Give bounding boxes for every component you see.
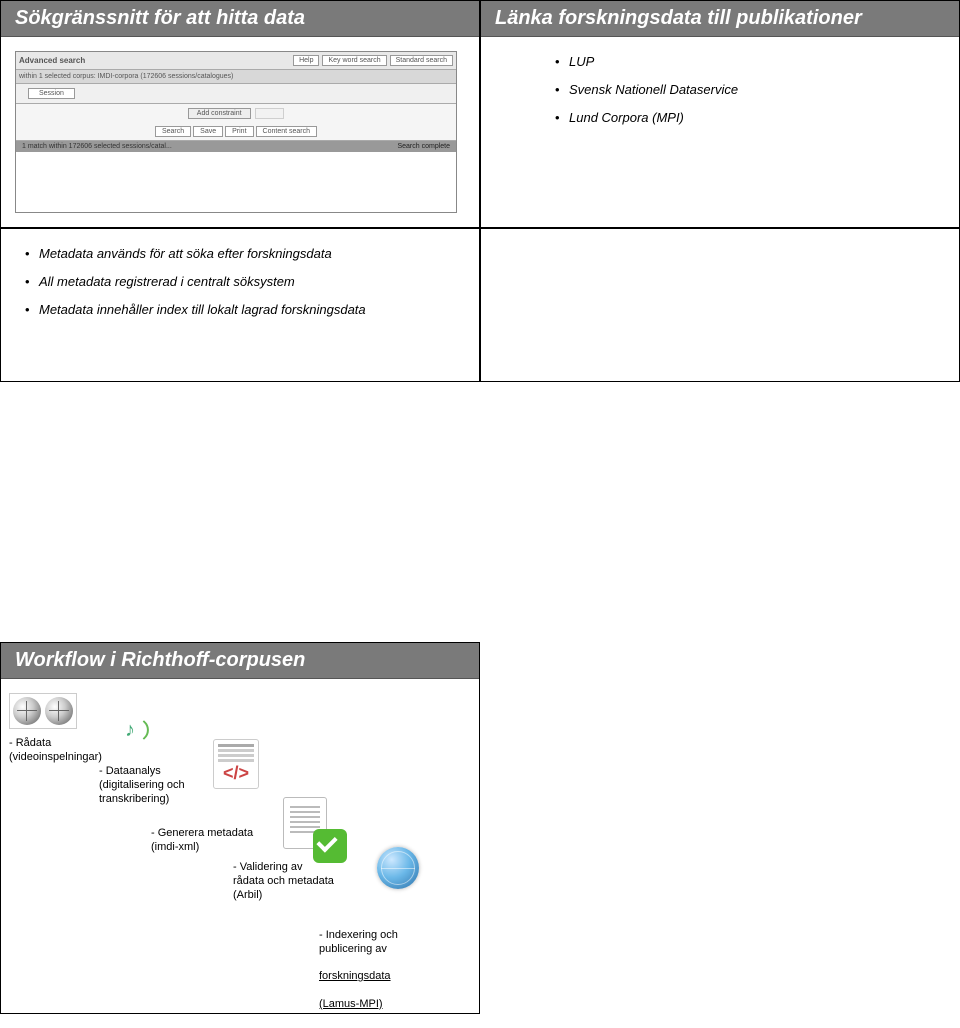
workflow-diagram: - Rådata (videoinspelningar) ♪ - Dataana… (1, 679, 479, 1013)
btn-add-constraint: Add constraint (188, 108, 251, 119)
btn-standard: Standard search (390, 55, 453, 66)
slide-content: Metadata används för att söka efter fors… (1, 229, 479, 381)
corpus-line: within 1 selected corpus: IMDI-corpora (… (16, 70, 456, 84)
btn-help: Help (293, 55, 319, 66)
status-left: 1 match within 172606 selected sessions/… (22, 143, 397, 150)
btn-disabled (255, 108, 285, 119)
link-lamus: (Lamus-MPI) (319, 998, 383, 1010)
slide-search-interface: Sökgränssnitt för att hitta data Advance… (0, 0, 480, 228)
session-select: Session (28, 88, 75, 99)
slide-content: LUP Svensk Nationell Dataservice Lund Co… (481, 37, 959, 189)
check-icon (313, 829, 347, 863)
list-item: Lund Corpora (MPI) (551, 109, 939, 127)
list-item: Metadata används för att söka efter fors… (21, 245, 459, 263)
slide-metadata: Metadata används för att söka efter fors… (0, 228, 480, 382)
slide-link-publications: Länka forskningsdata till publikationer … (480, 0, 960, 228)
step-analysis: - Dataanalys (digitalisering och transkr… (99, 765, 185, 806)
btn-content-search: Content search (256, 126, 317, 137)
btn-keyword: Key word search (322, 55, 386, 66)
label-advanced: Advanced search (19, 56, 85, 65)
status-right: Search complete (397, 143, 450, 150)
list-item: Metadata innehåller index till lokalt la… (21, 301, 459, 319)
step-generate-metadata: - Generera metadata (imdi-xml) (151, 827, 253, 855)
btn-print: Print (225, 126, 253, 137)
browser-mock: Advanced search Help Key word search Sta… (15, 51, 457, 213)
slide-workflow: Workflow i Richthoff-corpusen - Rådata (… (0, 642, 480, 1014)
slide-title: Länka forskningsdata till publikationer (481, 1, 959, 37)
btn-search: Search (155, 126, 191, 137)
xml-icon: </> (213, 739, 259, 789)
list-item: All metadata registrerad i centralt söks… (21, 273, 459, 291)
btn-save: Save (193, 126, 223, 137)
step-raw-data: - Rådata (videoinspelningar) (9, 737, 102, 765)
slide-title: Sökgränssnitt för att hitta data (1, 1, 479, 37)
raw-data-icon (9, 693, 77, 729)
audio-icon: ♪ (119, 715, 153, 749)
slide-title: Workflow i Richthoff-corpusen (1, 643, 479, 679)
list-item: Svensk Nationell Dataservice (551, 81, 939, 99)
globe-icon (377, 847, 419, 889)
list-item: LUP (551, 53, 939, 71)
step-publish: - Indexering och publicering av forsknin… (319, 915, 398, 1011)
slide-empty (480, 228, 960, 382)
link-forskningsdata: forskningsdata (319, 970, 391, 982)
step-validate: - Validering av rådata och metadata (Arb… (233, 861, 334, 902)
